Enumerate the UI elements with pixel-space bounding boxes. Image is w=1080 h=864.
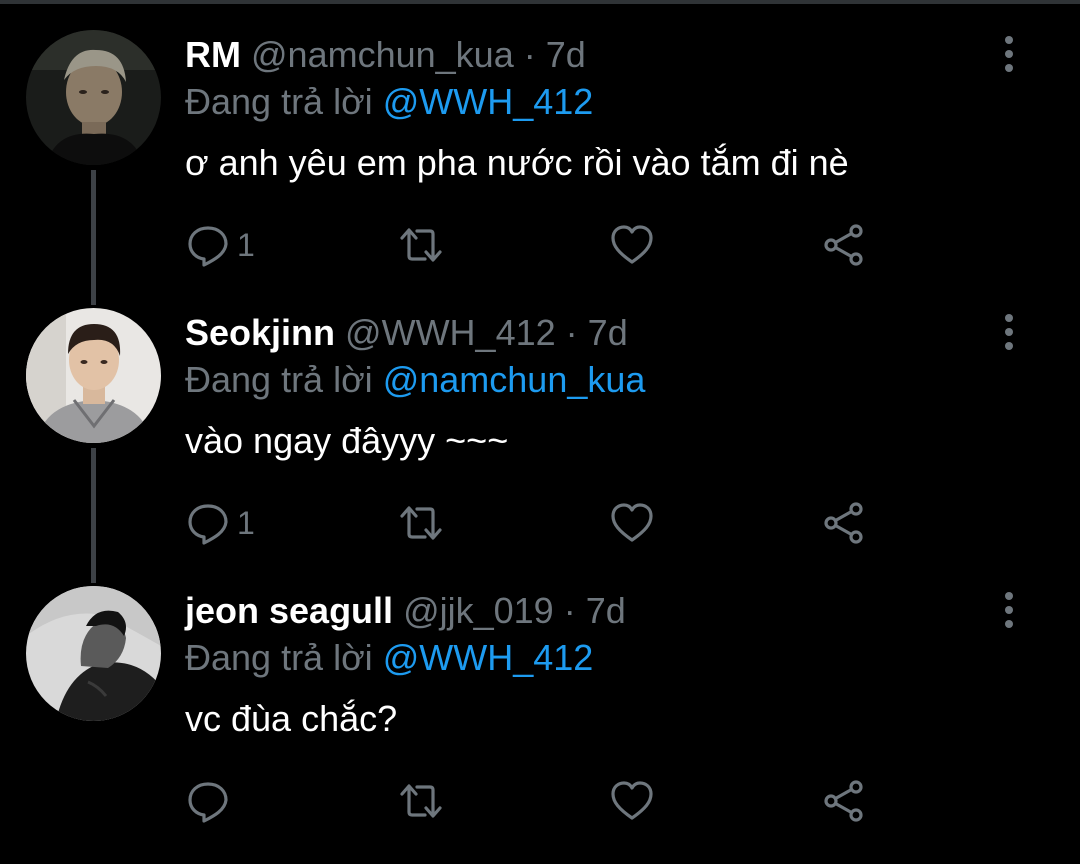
share-icon bbox=[824, 224, 863, 266]
separator-dot: · bbox=[565, 312, 578, 353]
avatar[interactable] bbox=[26, 586, 161, 721]
user-handle[interactable]: @jjk_019 bbox=[403, 590, 554, 631]
replying-to-link[interactable]: @WWH_412 bbox=[383, 81, 594, 122]
reply-icon bbox=[188, 782, 228, 823]
replying-to-label: Đang trả lời bbox=[185, 637, 373, 678]
more-options-button[interactable] bbox=[994, 590, 1024, 630]
share-button[interactable] bbox=[821, 220, 867, 270]
separator-dot: · bbox=[563, 590, 576, 631]
more-options-icon bbox=[1005, 328, 1013, 336]
retweet-button[interactable] bbox=[397, 776, 445, 826]
tweet[interactable]: RM @namchun_kua · 7d Đang trả lời @WWH_4… bbox=[0, 30, 1080, 308]
share-icon bbox=[824, 780, 863, 822]
avatar[interactable] bbox=[26, 308, 161, 443]
display-name[interactable]: RM bbox=[185, 34, 241, 75]
retweet-icon bbox=[400, 784, 442, 818]
avatar-photo-rm bbox=[26, 30, 161, 165]
tweet[interactable]: Seokjinn @WWH_412 · 7d Đang trả lời @nam… bbox=[0, 308, 1080, 586]
share-button[interactable] bbox=[821, 776, 867, 826]
retweet-button[interactable] bbox=[397, 220, 445, 270]
more-options-icon bbox=[1005, 592, 1013, 600]
reply-button[interactable]: 1 bbox=[185, 498, 255, 548]
like-button[interactable] bbox=[609, 498, 655, 548]
replying-to-label: Đang trả lời bbox=[185, 359, 373, 400]
like-icon bbox=[611, 225, 653, 264]
user-handle[interactable]: @namchun_kua bbox=[251, 34, 514, 75]
like-button[interactable] bbox=[609, 220, 655, 270]
separator-dot: · bbox=[523, 34, 536, 75]
share-icon bbox=[824, 502, 863, 544]
replying-to: Đang trả lời @WWH_412 bbox=[185, 77, 593, 127]
more-options-icon bbox=[1005, 50, 1013, 58]
timestamp[interactable]: 7d bbox=[546, 34, 586, 75]
retweet-button[interactable] bbox=[397, 498, 445, 548]
replying-to-label: Đang trả lời bbox=[185, 81, 373, 122]
tweet-header: Seokjinn @WWH_412 · 7d bbox=[185, 308, 628, 358]
more-options-icon bbox=[1005, 606, 1013, 614]
display-name[interactable]: jeon seagull bbox=[185, 590, 393, 631]
like-icon bbox=[611, 781, 653, 820]
replying-to-link[interactable]: @WWH_412 bbox=[383, 637, 594, 678]
avatar[interactable] bbox=[26, 30, 161, 165]
tweet-header: jeon seagull @jjk_019 · 7d bbox=[185, 586, 626, 636]
more-options-icon bbox=[1005, 36, 1013, 44]
reply-button[interactable] bbox=[185, 776, 237, 826]
replying-to-link[interactable]: @namchun_kua bbox=[383, 359, 646, 400]
more-options-icon bbox=[1005, 342, 1013, 350]
timestamp[interactable]: 7d bbox=[586, 590, 626, 631]
avatar-photo-jeon-seagull bbox=[26, 586, 161, 721]
reply-count: 1 bbox=[237, 227, 255, 263]
retweet-icon bbox=[400, 506, 442, 540]
retweet-icon bbox=[400, 228, 442, 262]
reply-icon bbox=[188, 504, 228, 545]
top-divider bbox=[0, 0, 1080, 4]
tweet-header: RM @namchun_kua · 7d bbox=[185, 30, 586, 80]
reply-count: 1 bbox=[237, 505, 255, 541]
share-button[interactable] bbox=[821, 498, 867, 548]
more-options-icon bbox=[1005, 314, 1013, 322]
reply-button[interactable]: 1 bbox=[185, 220, 255, 270]
like-icon bbox=[611, 503, 653, 542]
avatar-photo-seokjinn bbox=[26, 308, 161, 443]
like-button[interactable] bbox=[609, 776, 655, 826]
tweet-text: vào ngay đâyyy ~~~ bbox=[185, 420, 509, 461]
more-options-button[interactable] bbox=[994, 312, 1024, 352]
tweet-text: vc đùa chắc? bbox=[185, 698, 398, 739]
more-options-icon bbox=[1005, 64, 1013, 72]
more-options-icon bbox=[1005, 620, 1013, 628]
user-handle[interactable]: @WWH_412 bbox=[345, 312, 556, 353]
more-options-button[interactable] bbox=[994, 34, 1024, 74]
tweet-actions bbox=[185, 776, 885, 826]
tweet-text: ơ anh yêu em pha nước rồi vào tắm đi nè bbox=[185, 142, 849, 183]
tweet[interactable]: jeon seagull @jjk_019 · 7d Đang trả lời … bbox=[0, 586, 1080, 864]
replying-to: Đang trả lời @namchun_kua bbox=[185, 355, 645, 405]
tweet-actions: 1 bbox=[185, 220, 885, 270]
tweet-actions: 1 bbox=[185, 498, 885, 548]
display-name[interactable]: Seokjinn bbox=[185, 312, 335, 353]
replying-to: Đang trả lời @WWH_412 bbox=[185, 633, 593, 683]
reply-icon bbox=[188, 226, 228, 267]
timestamp[interactable]: 7d bbox=[588, 312, 628, 353]
